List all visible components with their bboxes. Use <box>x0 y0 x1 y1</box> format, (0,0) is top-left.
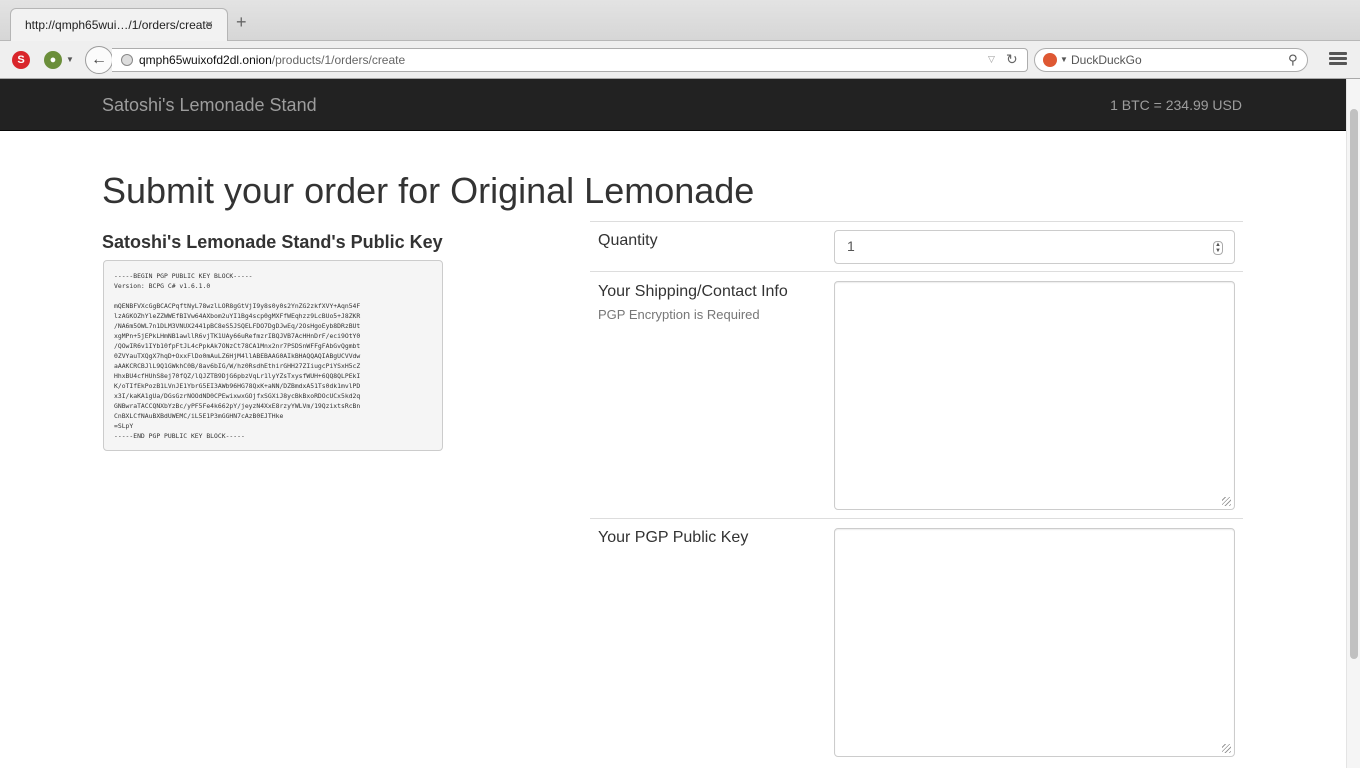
tab-title: http://qmph65wui…/1/orders/create <box>25 18 213 32</box>
site-brand[interactable]: Satoshi's Lemonade Stand <box>102 95 317 116</box>
resize-grip-icon[interactable] <box>1222 497 1231 506</box>
browser-toolbar: S ● ▼ ← qmph65wuixofd2dl.onion/products/… <box>0 41 1360 79</box>
search-placeholder: DuckDuckGo <box>1071 53 1142 67</box>
pgp-key-textarea[interactable] <box>834 528 1235 757</box>
quantity-row: Quantity 1 ▲ ▼ <box>590 221 1243 272</box>
search-bar[interactable]: ▼ DuckDuckGo ⚲ <box>1034 48 1308 72</box>
resize-grip-icon[interactable] <box>1222 744 1231 753</box>
url-path: /products/1/orders/create <box>271 53 406 67</box>
url-text[interactable]: qmph65wuixofd2dl.onion/products/1/orders… <box>139 53 405 67</box>
onion-icon[interactable]: ● <box>44 51 62 69</box>
scrollbar-thumb[interactable] <box>1350 109 1358 659</box>
shipping-row: Your Shipping/Contact Info PGP Encryptio… <box>590 271 1243 519</box>
reload-icon[interactable]: ↻ <box>1006 51 1018 68</box>
url-host: qmph65wuixofd2dl.onion <box>139 53 272 67</box>
duckduckgo-icon[interactable] <box>1043 53 1057 67</box>
pgp-key-label: Your PGP Public Key <box>598 529 749 546</box>
quantity-label: Quantity <box>598 232 658 249</box>
quantity-value: 1 <box>847 238 855 254</box>
address-bar[interactable]: qmph65wuixofd2dl.onion/products/1/orders… <box>112 48 1028 72</box>
globe-icon <box>121 54 133 66</box>
shipping-textarea[interactable] <box>834 281 1235 510</box>
page-title: Submit your order for Original Lemonade <box>102 170 755 211</box>
shipping-label: Your Shipping/Contact Info <box>598 283 788 300</box>
shield-extension-icon[interactable]: S <box>12 51 30 69</box>
public-key-heading: Satoshi's Lemonade Stand's Public Key <box>102 232 443 252</box>
shipping-help-text: PGP Encryption is Required <box>598 307 760 322</box>
close-tab-icon[interactable]: × <box>205 16 213 32</box>
scrollbar[interactable] <box>1346 79 1360 768</box>
browser-tab[interactable]: http://qmph65wui…/1/orders/create × <box>10 8 228 42</box>
chevron-down-icon[interactable]: ▼ <box>66 55 74 64</box>
chevron-down-icon[interactable]: ▼ <box>1060 55 1068 64</box>
menu-icon[interactable] <box>1329 52 1347 66</box>
exchange-rate: 1 BTC = 234.99 USD <box>1110 97 1242 113</box>
search-icon[interactable]: ⚲ <box>1288 52 1298 68</box>
site-navbar: Satoshi's Lemonade Stand 1 BTC = 234.99 … <box>0 79 1346 131</box>
quantity-input[interactable]: 1 ▲ ▼ <box>834 230 1235 264</box>
new-tab-button[interactable]: + <box>236 12 247 33</box>
pgp-key-row: Your PGP Public Key <box>590 518 1243 766</box>
public-key-block: -----BEGIN PGP PUBLIC KEY BLOCK----- Ver… <box>103 260 443 451</box>
spinner-icon[interactable]: ▲ ▼ <box>1213 241 1223 255</box>
browser-tabstrip: http://qmph65wui…/1/orders/create × + <box>0 0 1360 42</box>
back-button[interactable]: ← <box>85 46 113 74</box>
history-dropdown-icon[interactable]: ▽ <box>988 54 995 65</box>
